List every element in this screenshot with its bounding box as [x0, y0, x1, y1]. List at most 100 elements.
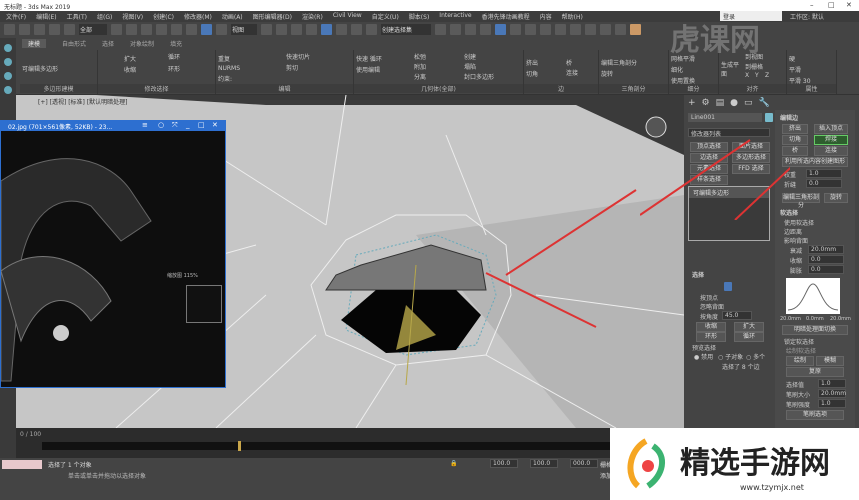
mirror-icon[interactable] — [435, 24, 446, 35]
tab-modeling[interactable]: 建模 — [22, 39, 47, 48]
extrude-button[interactable]: 挤出 — [526, 58, 596, 67]
curve-editor-icon[interactable] — [510, 24, 521, 35]
affect-backfacing-checkbox[interactable]: 影响背面 — [784, 236, 808, 245]
scene-explorer-icon[interactable] — [480, 24, 491, 35]
edit-triangulation-button[interactable]: 编辑三角剖分 — [601, 58, 666, 67]
lock-soft-selection-checkbox[interactable]: 锁定软选择 — [784, 337, 814, 346]
fullscreen-icon[interactable]: ⤧ — [172, 121, 178, 130]
editable-poly-item[interactable]: 可编辑多边形 — [22, 64, 95, 73]
rotate-image-icon[interactable]: ○ — [158, 121, 164, 129]
selection-value-field[interactable]: 1.0 — [818, 379, 846, 388]
turn-button[interactable]: 旋转 — [824, 193, 848, 203]
chamfer-button[interactable]: 切角 — [526, 69, 596, 78]
link-icon[interactable] — [34, 24, 45, 35]
render-iterative-icon[interactable] — [600, 24, 611, 35]
layer-icon[interactable] — [465, 24, 476, 35]
create-shape-button[interactable]: 利用所选内容创建图形 — [782, 157, 848, 167]
close-button[interactable]: ✕ — [846, 1, 852, 9]
connect-button[interactable]: 连接 — [566, 68, 578, 77]
menu-content[interactable]: 内容 — [540, 12, 552, 21]
render-frame-icon[interactable] — [570, 24, 581, 35]
close-viewer-button[interactable]: ✕ — [212, 121, 218, 129]
menu-graph-editors[interactable]: 图形编辑器(D) — [253, 12, 292, 21]
redo-icon[interactable] — [19, 24, 30, 35]
preview-disabled-radio[interactable]: ● 禁用 — [694, 352, 713, 361]
detach-button[interactable]: 分离 — [414, 72, 426, 81]
menu-customize[interactable]: 自定义(U) — [372, 12, 399, 21]
select-object-icon[interactable] — [111, 24, 122, 35]
quick-loop-button[interactable]: 快速 循环 — [356, 54, 521, 63]
x-coordinate-field[interactable]: 100.0 — [490, 459, 518, 468]
percent-snap-icon[interactable] — [336, 24, 347, 35]
viewport-layout-icon[interactable] — [4, 86, 12, 94]
selection-rollout-title[interactable]: 选择 — [692, 270, 704, 279]
select-by-name-icon[interactable] — [126, 24, 137, 35]
attach-button[interactable]: 附加 — [414, 62, 426, 71]
z-coordinate-field[interactable]: 000.0 — [570, 459, 598, 468]
move-icon[interactable] — [171, 24, 182, 35]
tab-freeform[interactable]: 自由形式 — [62, 39, 86, 48]
angle-field[interactable]: 45.0 — [722, 311, 752, 320]
tab-object-paint[interactable]: 对象绘制 — [130, 39, 154, 48]
unlink-icon[interactable] — [49, 24, 60, 35]
revert-button[interactable]: 复原 — [786, 367, 844, 377]
render-icon[interactable] — [585, 24, 596, 35]
minimize-viewer-button[interactable]: _ — [186, 121, 190, 129]
turn-button[interactable]: 旋转 — [601, 69, 666, 78]
edge-mode-icon[interactable] — [724, 282, 732, 291]
minimize-button[interactable]: – — [810, 1, 814, 9]
shrink-button[interactable]: 收缩 — [696, 322, 726, 332]
keyboard-shortcut-icon[interactable] — [291, 24, 302, 35]
align-z-button[interactable]: Z — [765, 72, 769, 79]
material-editor-icon[interactable] — [540, 24, 551, 35]
scene-icon[interactable] — [4, 72, 12, 80]
sphere-icon[interactable] — [4, 58, 12, 66]
use-edit-button[interactable]: 使用编辑 — [356, 65, 521, 74]
viewport-label[interactable]: [+] [透视] [标准] [默认明暗处理] — [38, 97, 127, 106]
cut-button[interactable]: 剪切 — [286, 63, 298, 72]
lock-icon[interactable]: 🔒 — [450, 460, 457, 467]
schematic-view-icon[interactable] — [525, 24, 536, 35]
ribbon-toggle-icon[interactable] — [495, 24, 506, 35]
collapse-button[interactable]: 塌陷 — [464, 62, 476, 71]
shaded-face-toggle-button[interactable]: 明暗处理面切换 — [782, 325, 848, 335]
pivot-icon[interactable] — [261, 24, 272, 35]
maximize-viewer-button[interactable]: □ — [198, 121, 205, 129]
menu-group[interactable]: 组(G) — [97, 12, 112, 21]
edit-edges-title[interactable]: 编辑边 — [780, 113, 798, 122]
time-slider-track[interactable] — [42, 442, 632, 450]
by-vertex-checkbox[interactable]: 按顶点 — [700, 293, 718, 302]
rotate-icon[interactable] — [186, 24, 197, 35]
align-icon[interactable] — [450, 24, 461, 35]
align-x-button[interactable]: X — [745, 72, 749, 79]
ring-button[interactable]: 环形 — [168, 64, 180, 73]
angle-snap-icon[interactable] — [321, 24, 332, 35]
menu-edit[interactable]: 编辑(E) — [36, 12, 56, 21]
paint-button[interactable]: 绘制 — [786, 356, 814, 366]
menu-file[interactable]: 文件(F) — [6, 12, 26, 21]
menu-view[interactable]: 视图(V) — [122, 12, 143, 21]
pinch-field[interactable]: 0.0 — [808, 255, 844, 264]
relax-button[interactable]: 松弛 — [414, 52, 426, 61]
menu-help[interactable]: 帮助(H) — [562, 12, 583, 21]
create-button[interactable]: 创建 — [464, 52, 476, 61]
preview-multi-radio[interactable]: ○ 多个 — [746, 352, 765, 361]
edit-named-sets-icon[interactable] — [366, 24, 377, 35]
repeat-button[interactable]: 重复 — [218, 54, 351, 63]
weight-field[interactable]: 1.0 — [806, 169, 842, 178]
loop-button[interactable]: 循环 — [734, 332, 764, 342]
to-grid-button[interactable]: 到栅格 — [745, 62, 763, 71]
grow-button[interactable]: 扩大 — [734, 322, 764, 332]
placement-icon[interactable] — [216, 24, 227, 35]
create-icon[interactable] — [4, 44, 12, 52]
make-planar-button[interactable]: 生成平面 — [721, 60, 741, 78]
ignore-backfacing-checkbox[interactable]: 忽略背面 — [700, 302, 724, 311]
undo-icon[interactable] — [4, 24, 15, 35]
nurms-button[interactable]: NURMS — [218, 65, 351, 72]
y-coordinate-field[interactable]: 100.0 — [530, 459, 558, 468]
menu-tools[interactable]: 工具(T) — [67, 12, 87, 21]
weld-button[interactable]: 焊接 — [814, 135, 848, 145]
render-setup-icon[interactable] — [555, 24, 566, 35]
panel-tabs-icons[interactable]: +⚙▤●▭🔧 — [688, 98, 776, 108]
blur-button[interactable]: 模糊 — [816, 356, 844, 366]
